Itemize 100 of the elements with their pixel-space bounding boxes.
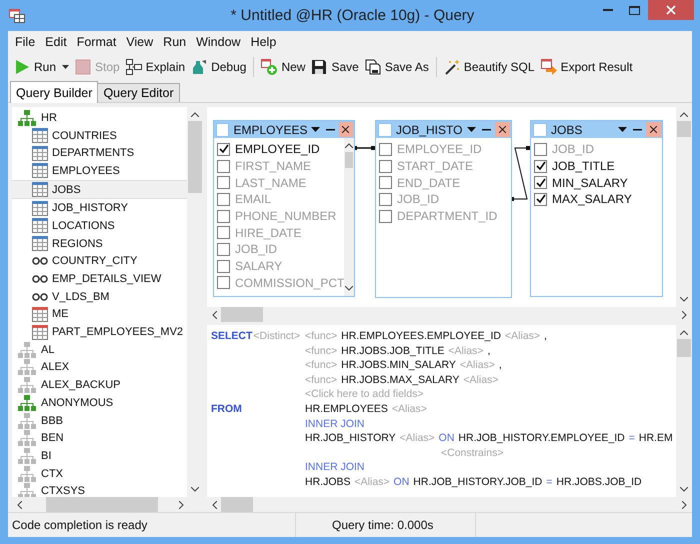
table-box[interactable]: EMPLOYEES EMPLOYEE_ID FIRST_NAME LAST_NAME EMAIL PHONE_NUMBER HIRE_DATE JOB_ID SALARY COMMISSION_PCT: [213, 120, 355, 297]
tree-item[interactable]: EMP_DETAILS_VIEW: [12, 270, 187, 288]
menu-item[interactable]: Help: [246, 35, 282, 49]
caret-icon[interactable]: [618, 127, 627, 132]
table-box[interactable]: JOBS JOB_ID JOB_TITLE MIN_SALARY MAX_SALARY: [530, 120, 663, 297]
field-checkbox[interactable]: [217, 176, 230, 190]
menu-item[interactable]: Edit: [40, 35, 72, 49]
scroll-up-icon[interactable]: [680, 330, 688, 335]
field-checkbox[interactable]: [379, 160, 392, 173]
field-checkbox[interactable]: [217, 242, 230, 256]
scroll-thumb[interactable]: [221, 497, 253, 512]
menu-item[interactable]: Format: [72, 35, 122, 49]
tree-item[interactable]: ANONYMOUS: [12, 394, 187, 412]
select-all-checkbox[interactable]: [378, 122, 392, 136]
menu-item[interactable]: File: [10, 35, 40, 49]
scroll-thumb[interactable]: [46, 497, 158, 512]
toolbar-button[interactable]: Beautify SQL: [440, 56, 538, 76]
select-all-checkbox[interactable]: [533, 122, 547, 136]
tree-item[interactable]: BEN: [12, 429, 187, 448]
tree-item[interactable]: ALEX: [12, 358, 187, 376]
field-checkbox[interactable]: [217, 260, 230, 273]
menu-item[interactable]: Run: [158, 35, 192, 49]
field-checkbox[interactable]: [217, 276, 230, 290]
scroll-thumb[interactable]: [677, 121, 691, 137]
tree-item[interactable]: REGIONS: [12, 234, 187, 252]
menu-item[interactable]: View: [121, 35, 158, 49]
field-checkbox[interactable]: [534, 142, 547, 156]
scroll-thumb[interactable]: [221, 307, 263, 322]
tree-item[interactable]: PART_EMPLOYEES_MV2: [12, 323, 187, 341]
tree-item[interactable]: ALEX_BACKUP: [12, 376, 187, 394]
field-checkbox[interactable]: [217, 226, 230, 240]
tree-item[interactable]: AL: [12, 340, 187, 359]
toolbar-button[interactable]: Run: [11, 56, 72, 76]
field-checkbox[interactable]: [217, 192, 230, 206]
tree-item[interactable]: V_LDS_BM: [12, 288, 187, 306]
scroll-thumb[interactable]: [345, 152, 353, 168]
scroll-down-icon[interactable]: [680, 297, 688, 302]
scroll-right-icon[interactable]: [682, 310, 687, 318]
scroll-down-icon[interactable]: [191, 487, 199, 492]
field-name: SALARY: [235, 259, 282, 274]
field-checkbox[interactable]: [379, 176, 392, 190]
minimize-icon[interactable]: [326, 128, 335, 130]
tree-item[interactable]: ME: [12, 306, 187, 324]
tree-item[interactable]: EMPLOYEES: [12, 162, 187, 180]
tree-item[interactable]: COUNTRIES: [12, 126, 187, 144]
tree-item[interactable]: CTX: [12, 464, 187, 482]
tree-item[interactable]: JOB_HISTORY: [12, 199, 187, 218]
close-button[interactable]: [338, 122, 353, 137]
toolbar-button[interactable]: Explain: [122, 56, 188, 76]
scroll-up-icon[interactable]: [680, 112, 688, 117]
toolbar-button[interactable]: New: [258, 56, 308, 76]
scroll-up-icon[interactable]: [345, 143, 354, 148]
scroll-left-icon[interactable]: [212, 500, 217, 508]
tree-item[interactable]: BI: [12, 447, 187, 465]
scroll-up-icon[interactable]: [191, 112, 199, 117]
toolbar-button[interactable]: Export Result: [538, 56, 636, 76]
tree-item[interactable]: DEPARTMENTS: [12, 144, 187, 162]
field-checkbox[interactable]: [379, 142, 392, 156]
scroll-down-icon[interactable]: [680, 487, 688, 492]
menu-item[interactable]: Window: [191, 35, 246, 49]
field-checkbox[interactable]: [217, 160, 230, 173]
tab[interactable]: Query Builder: [10, 81, 98, 103]
field-checkbox[interactable]: [217, 142, 230, 156]
toolbar-button[interactable]: Debug: [188, 56, 250, 76]
tree-item[interactable]: BBB: [12, 412, 187, 430]
caret-icon[interactable]: [62, 64, 70, 68]
select-all-checkbox[interactable]: [216, 122, 230, 136]
scroll-left-icon[interactable]: [17, 500, 22, 508]
field-checkbox[interactable]: [534, 160, 547, 173]
minimize-icon[interactable]: [633, 128, 642, 130]
scroll-right-icon[interactable]: [179, 500, 184, 508]
scroll-right-icon[interactable]: [682, 500, 687, 508]
tab[interactable]: Query Editor: [97, 83, 180, 102]
scroll-thumb[interactable]: [677, 339, 691, 357]
tree-item[interactable]: COUNTRY_CITY: [12, 252, 187, 270]
tree-item[interactable]: CTXSYS: [12, 482, 187, 497]
tree-item[interactable]: JOBS: [12, 180, 187, 200]
scroll-left-icon[interactable]: [212, 310, 217, 318]
scroll-thumb[interactable]: [188, 121, 202, 193]
field-checkbox[interactable]: [217, 210, 230, 223]
minimize-icon[interactable]: [482, 128, 491, 130]
field-checkbox[interactable]: [379, 210, 392, 223]
field-checkbox[interactable]: [534, 192, 547, 206]
caret-icon[interactable]: [467, 127, 476, 132]
table-box[interactable]: JOB_HISTO EMPLOYEE_ID START_DATE END_DATE JOB_ID DEPARTMENT_ID: [375, 120, 512, 298]
sql-editor[interactable]: [207, 325, 676, 497]
sql-hint: <Alias>: [392, 402, 427, 417]
caret-icon[interactable]: [311, 127, 320, 132]
tree-item[interactable]: LOCATIONS: [12, 217, 187, 235]
sql-identifier: ,: [498, 358, 502, 373]
close-button[interactable]: [648, 0, 694, 20]
tree-item[interactable]: HR: [12, 109, 187, 127]
vertical-scrollbar[interactable]: [344, 138, 354, 296]
toolbar-button[interactable]: Save As: [362, 56, 432, 76]
close-button[interactable]: [495, 122, 510, 137]
field-checkbox[interactable]: [379, 192, 392, 206]
toolbar-button[interactable]: Save: [308, 56, 362, 76]
close-button[interactable]: [646, 122, 661, 137]
scroll-down-icon[interactable]: [345, 286, 354, 291]
field-checkbox[interactable]: [534, 176, 547, 190]
